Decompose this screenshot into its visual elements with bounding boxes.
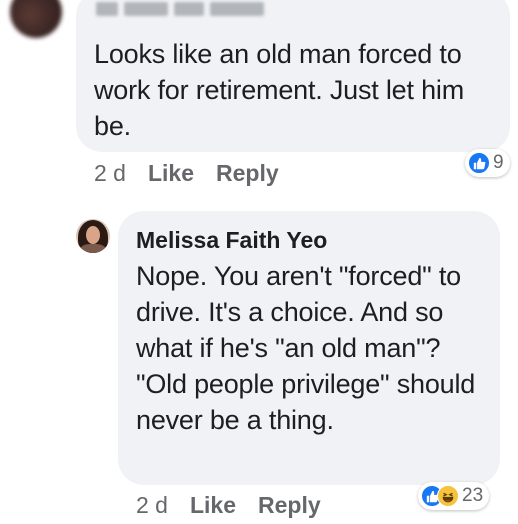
comment-text: Looks like an old man forced to work for… xyxy=(94,39,465,141)
avatar[interactable] xyxy=(10,0,62,38)
haha-icon xyxy=(437,485,459,507)
like-button[interactable]: Like xyxy=(148,158,194,188)
avatar[interactable] xyxy=(76,219,110,253)
like-button[interactable]: Like xyxy=(190,490,236,520)
reply-author[interactable]: Melissa Faith Yeo xyxy=(136,225,327,255)
comment-thread: Looks like an old man forced to work for… xyxy=(0,0,518,524)
reply-button[interactable]: Reply xyxy=(258,490,321,520)
reaction-summary[interactable]: 9 xyxy=(465,149,510,177)
reply-actions: 2 d Like Reply xyxy=(136,490,321,520)
reply-text: Nope. You aren't "forced" to drive. It's… xyxy=(136,261,476,435)
reaction-count: 23 xyxy=(462,485,484,506)
reply-button[interactable]: Reply xyxy=(216,158,279,188)
reaction-summary[interactable]: 23 xyxy=(418,482,490,510)
reaction-count: 9 xyxy=(493,152,504,173)
comment-actions: 2 d Like Reply xyxy=(94,158,279,188)
reply-timestamp[interactable]: 2 d xyxy=(136,490,168,520)
comment-author-redacted[interactable] xyxy=(96,2,264,22)
like-icon xyxy=(468,152,490,174)
comment-timestamp[interactable]: 2 d xyxy=(94,158,126,188)
